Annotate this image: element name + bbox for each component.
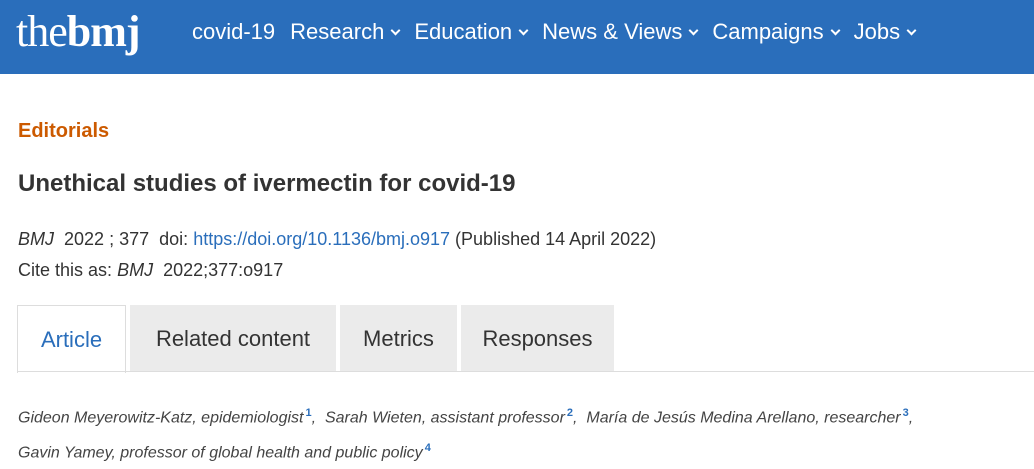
tab-divider [17,371,1034,372]
tab-label: Related content [155,325,311,351]
nav-jobs[interactable]: Jobs [853,19,917,45]
cite-value: 2022;377:o917 [163,260,284,280]
journal-name: BMJ [18,229,54,249]
nav-campaigns[interactable]: Campaigns [712,19,841,45]
chevron-down-icon [518,25,529,36]
nav-news-views[interactable]: News & Views [542,19,699,45]
chevron-down-icon [906,25,917,36]
chevron-down-icon [830,25,841,36]
citation-year: 2022 [64,229,105,249]
author-name[interactable]: María de Jesús Medina Arellano, research… [586,409,900,426]
citation-line: BMJ 2022 ; 377 doi: https://doi.org/10.1… [18,229,657,249]
cite-prefix: Cite this as: [18,260,113,280]
page-title: Unethical studies of ivermectin for covi… [18,170,516,197]
nav-label: Jobs [853,19,901,44]
nav-label: covid-19 [192,19,276,44]
article-tabs: Article Related content Metrics Response… [17,305,618,373]
nav-education[interactable]: Education [414,19,529,45]
chevron-down-icon [390,25,401,36]
affiliation-ref[interactable]: 1 [305,407,311,419]
cite-journal: BMJ [117,260,154,280]
tab-label: Metrics [363,325,434,351]
bmj-logo[interactable]: thebmj [16,6,141,56]
logo-the-text: the [16,7,68,56]
tab-label: Responses [482,325,593,351]
logo-bmj-text: bmj [66,7,141,56]
chevron-down-icon [688,25,699,36]
affiliation-ref[interactable]: 2 [567,407,573,419]
tab-article[interactable]: Article [17,305,126,373]
affiliation-ref[interactable]: 4 [425,442,431,454]
author-name[interactable]: Gideon Meyerowitz-Katz, epidemiologist [18,409,303,426]
tab-related-content[interactable]: Related content [130,305,336,372]
nav-label: News & Views [542,19,683,44]
author-list: Gideon Meyerowitz-Katz, epidemiologist 1,… [18,407,914,462]
cite-as-line: Cite this as: BMJ 2022;377:o917 [18,260,283,281]
tab-responses[interactable]: Responses [461,305,614,372]
doi-link[interactable]: https://doi.org/10.1136/bmj.o917 [193,229,450,249]
nav-research[interactable]: Research [290,19,401,45]
nav-covid-19[interactable]: covid-19 [192,19,275,45]
citation-volume: 377 [119,229,150,249]
published-date: (Published 14 April 2022) [455,229,657,249]
author-name[interactable]: Gavin Yamey, professor of global health … [18,445,423,462]
nav-label: Research [290,19,385,44]
doi-label: doi: [159,229,189,249]
nav-label: Education [414,19,513,44]
main-nav: covid-19 Research Education News & Views… [192,0,930,64]
site-header: thebmj covid-19 Research Education News … [0,0,1034,74]
article-section-label[interactable]: Editorials [18,120,109,143]
tab-metrics[interactable]: Metrics [340,305,457,372]
author-name[interactable]: Sarah Wieten, assistant professor [325,409,565,426]
tab-label: Article [40,326,103,352]
affiliation-ref[interactable]: 3 [903,407,909,419]
nav-label: Campaigns [712,19,824,44]
